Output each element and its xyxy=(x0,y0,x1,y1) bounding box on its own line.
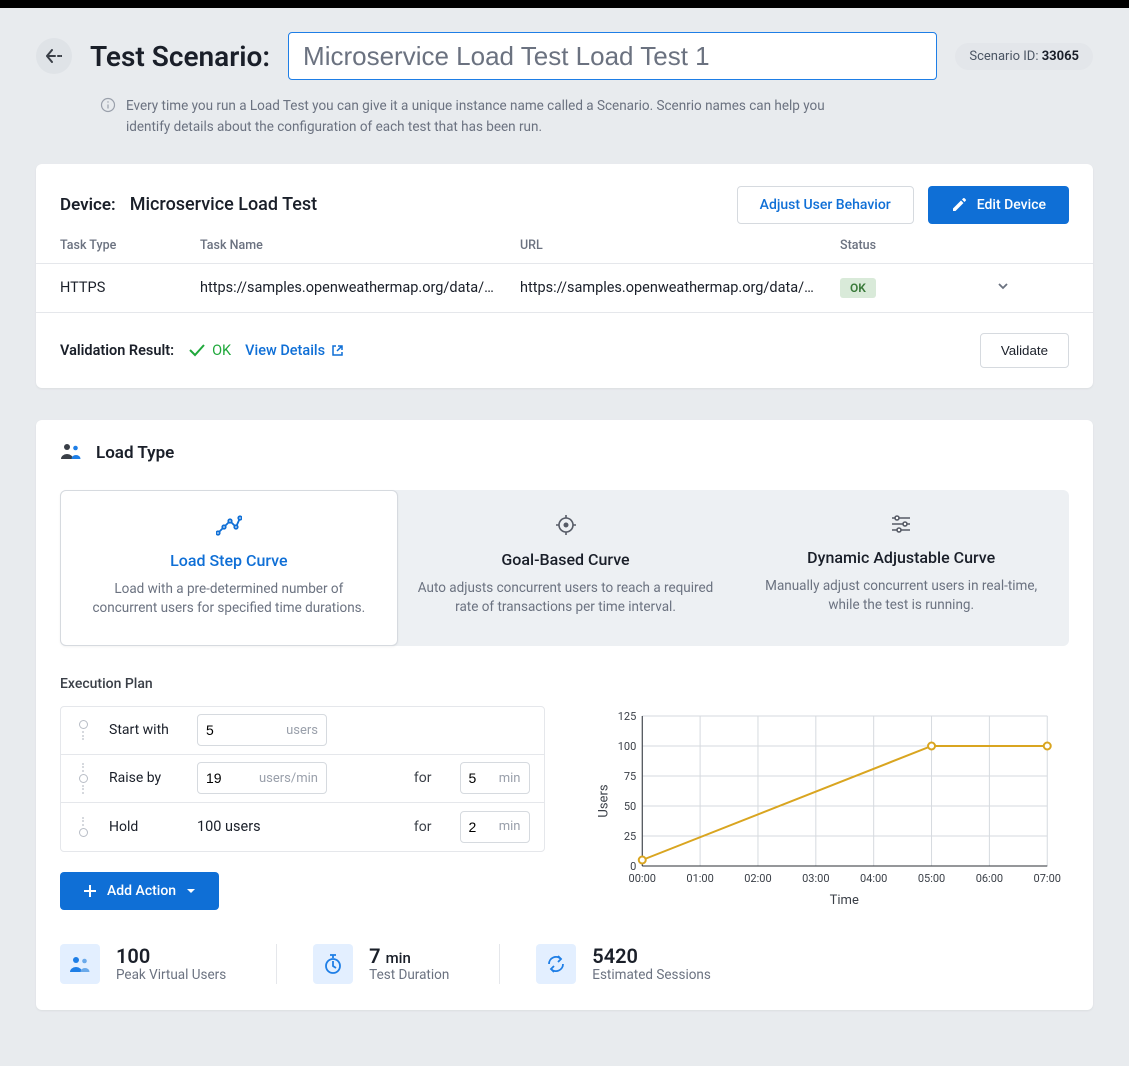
col-status: Status xyxy=(840,238,970,253)
curve-option-dynamic[interactable]: Dynamic Adjustable Curve Manually adjust… xyxy=(733,490,1069,646)
peak-users-label: Peak Virtual Users xyxy=(116,967,226,983)
validate-button[interactable]: Validate xyxy=(980,333,1069,368)
col-task-name: Task Name xyxy=(200,238,520,253)
execution-plan-title: Execution Plan xyxy=(60,676,1069,692)
info-icon xyxy=(100,97,116,120)
target-icon xyxy=(555,514,577,536)
for-label: for xyxy=(414,770,432,786)
cell-url: https://samples.openweathermap.org/data/… xyxy=(520,279,840,296)
svg-text:125: 125 xyxy=(617,710,636,723)
svg-text:25: 25 xyxy=(623,830,635,843)
curve-title: Dynamic Adjustable Curve xyxy=(753,548,1049,567)
svg-text:07:00: 07:00 xyxy=(1033,872,1060,885)
duration-icon xyxy=(313,944,353,984)
plan-start-label: Start with xyxy=(109,722,179,738)
plan-raise-label: Raise by xyxy=(109,770,179,786)
chevron-down-icon xyxy=(186,886,196,896)
curve-desc: Auto adjusts concurrent users to reach a… xyxy=(418,579,714,618)
curve-title: Goal-Based Curve xyxy=(418,550,714,569)
peak-users-icon xyxy=(60,944,100,984)
col-task-type: Task Type xyxy=(60,238,200,253)
plan-row-hold: Hold 100 users for min xyxy=(61,803,544,851)
plan-row-raise: Raise by users/min for min xyxy=(61,755,544,803)
add-action-button[interactable]: Add Action xyxy=(60,872,219,910)
for-label: for xyxy=(414,819,432,835)
scenario-id-badge: Scenario ID: 33065 xyxy=(955,43,1093,70)
sessions-value: 5420 xyxy=(592,945,711,967)
scenario-name-input[interactable] xyxy=(288,32,937,80)
load-type-title: Load Type xyxy=(96,443,174,463)
arrow-left-icon xyxy=(46,49,62,63)
view-details-link[interactable]: View Details xyxy=(245,342,344,359)
device-name: Microservice Load Test xyxy=(130,194,317,215)
svg-text:06:00: 06:00 xyxy=(975,872,1002,885)
adjust-user-behavior-button[interactable]: Adjust User Behavior xyxy=(737,186,914,224)
back-button[interactable] xyxy=(36,38,72,74)
validation-result-label: Validation Result: xyxy=(60,342,174,359)
svg-text:Users: Users xyxy=(596,784,611,817)
peak-users-value: 100 xyxy=(116,945,226,967)
cell-task-type: HTTPS xyxy=(60,279,200,296)
svg-text:04:00: 04:00 xyxy=(859,872,886,885)
col-url: URL xyxy=(520,238,840,253)
hold-users-text: 100 users xyxy=(197,818,261,835)
info-text: Every time you run a Load Test you can g… xyxy=(126,96,830,138)
curve-title: Load Step Curve xyxy=(81,551,377,570)
plan-row-start: Start with users xyxy=(61,707,544,755)
sessions-icon xyxy=(536,944,576,984)
validation-status: OK xyxy=(188,342,231,359)
duration-label: Test Duration xyxy=(369,967,449,983)
step-curve-icon xyxy=(216,515,242,537)
cell-task-name: https://samples.openweathermap.org/data/… xyxy=(200,279,520,296)
hold-duration-input[interactable]: min xyxy=(460,811,530,843)
svg-text:100: 100 xyxy=(617,740,636,753)
start-users-input[interactable]: users xyxy=(197,714,327,746)
curve-desc: Manually adjust concurrent users in real… xyxy=(753,577,1049,616)
edit-icon xyxy=(951,197,967,213)
device-label: Device: xyxy=(60,195,116,215)
svg-text:75: 75 xyxy=(623,770,635,783)
edit-device-button[interactable]: Edit Device xyxy=(928,186,1069,224)
svg-text:Time: Time xyxy=(829,893,858,906)
svg-text:05:00: 05:00 xyxy=(917,872,944,885)
curve-desc: Load with a pre-determined number of con… xyxy=(81,580,377,619)
plan-hold-label: Hold xyxy=(109,819,179,835)
table-row[interactable]: HTTPS https://samples.openweathermap.org… xyxy=(36,263,1093,313)
expand-row-toggle[interactable] xyxy=(970,279,1010,297)
plus-icon xyxy=(83,884,97,898)
page-title: Test Scenario: xyxy=(90,40,270,73)
sessions-label: Estimated Sessions xyxy=(592,967,711,983)
svg-text:00:00: 00:00 xyxy=(628,872,655,885)
svg-text:03:00: 03:00 xyxy=(802,872,829,885)
svg-text:02:00: 02:00 xyxy=(744,872,771,885)
svg-text:01:00: 01:00 xyxy=(686,872,713,885)
duration-value: 7 min xyxy=(369,945,449,967)
external-link-icon xyxy=(331,344,344,357)
load-type-icon xyxy=(60,442,82,464)
curve-option-load-step[interactable]: Load Step Curve Load with a pre-determin… xyxy=(60,490,398,646)
curve-option-goal-based[interactable]: Goal-Based Curve Auto adjusts concurrent… xyxy=(398,490,734,646)
sliders-icon xyxy=(890,514,912,534)
raise-rate-input[interactable]: users/min xyxy=(197,762,327,794)
load-curve-chart: Users 0255075100125 00:0001:0002:0003:00… xyxy=(585,706,1070,910)
check-icon xyxy=(188,343,206,357)
status-badge: OK xyxy=(840,278,876,298)
svg-text:50: 50 xyxy=(623,800,635,813)
chevron-down-icon xyxy=(996,279,1010,293)
raise-duration-input[interactable]: min xyxy=(460,762,530,794)
